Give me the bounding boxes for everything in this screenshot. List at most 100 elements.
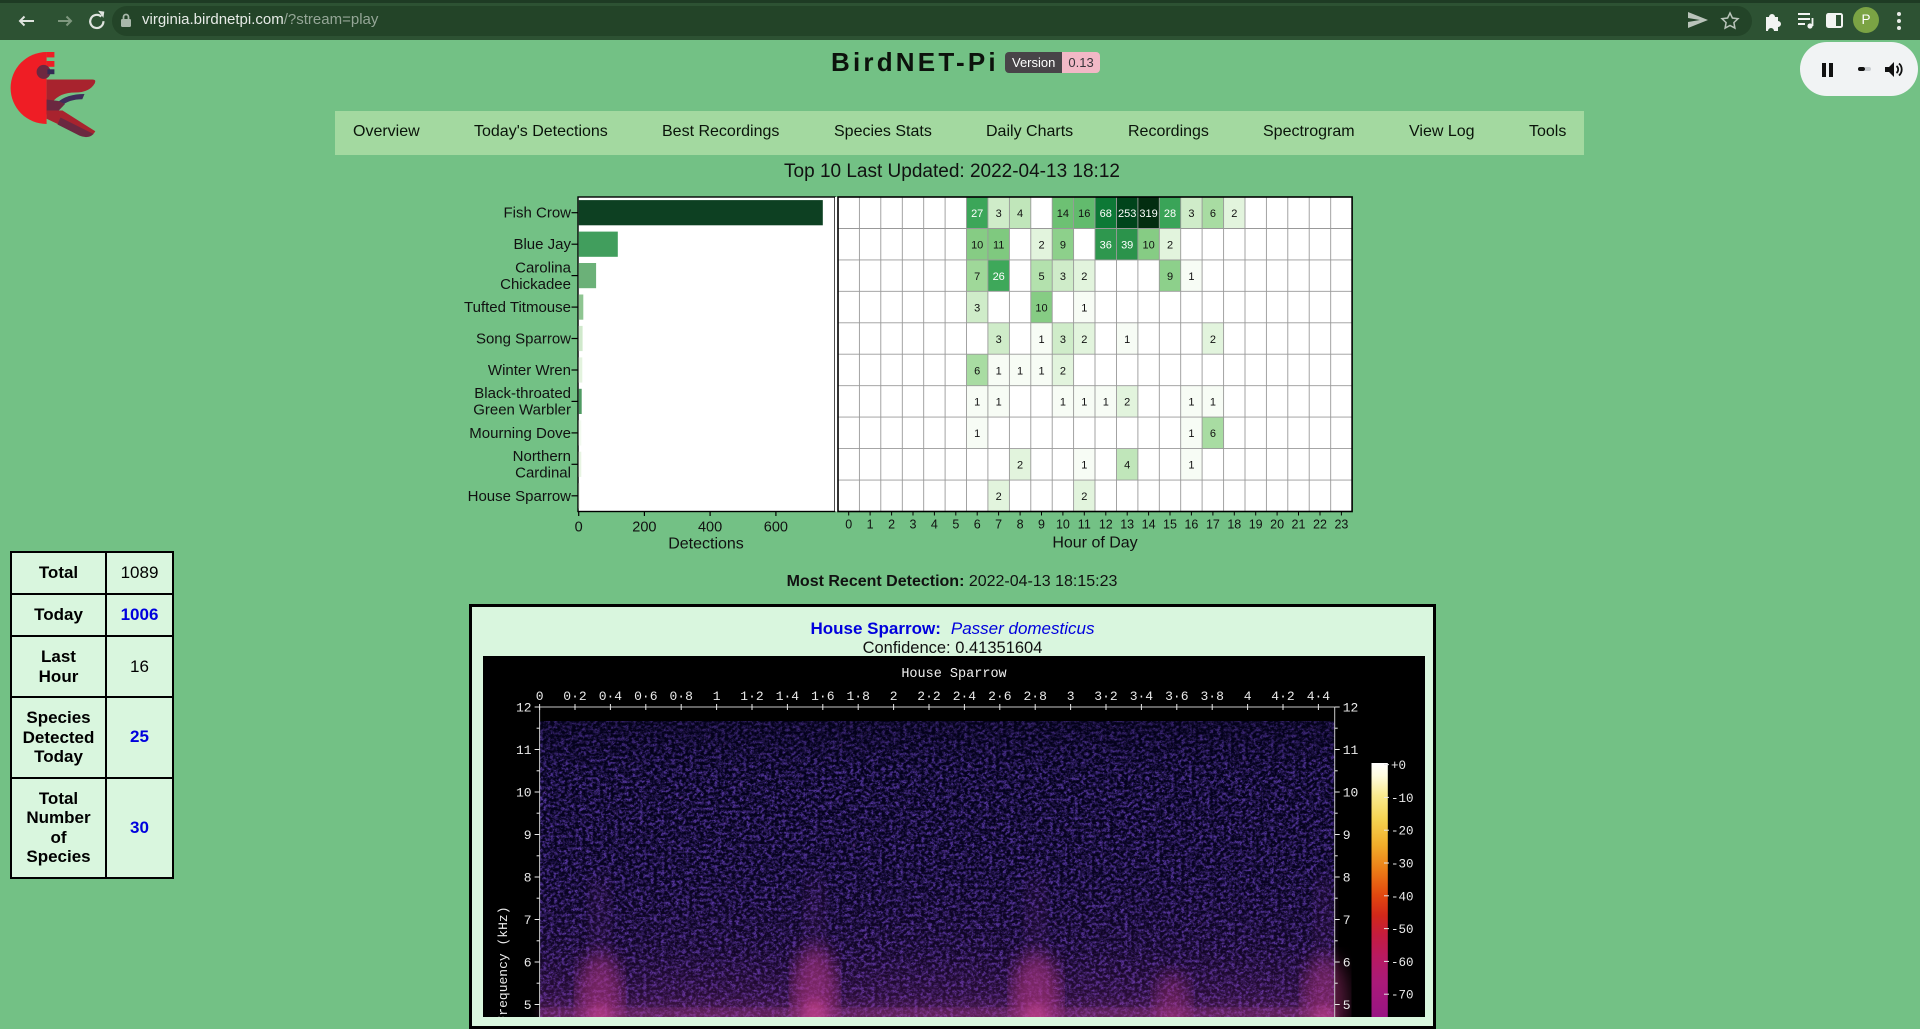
- svg-text:3·8: 3·8: [1200, 689, 1223, 704]
- svg-text:6: 6: [1210, 208, 1216, 220]
- svg-text:14: 14: [1057, 208, 1069, 220]
- svg-text:2: 2: [1060, 365, 1066, 377]
- svg-text:Frequency (kHz): Frequency (kHz): [496, 906, 511, 1017]
- svg-text:1: 1: [1017, 365, 1023, 377]
- svg-text:27: 27: [971, 208, 983, 220]
- svg-text:Cardinal: Cardinal: [515, 465, 571, 482]
- svg-text:28: 28: [1164, 208, 1176, 220]
- svg-text:1: 1: [996, 365, 1002, 377]
- svg-text:1: 1: [1081, 460, 1087, 472]
- svg-text:18: 18: [1227, 518, 1241, 532]
- svg-text:13: 13: [1120, 518, 1134, 532]
- svg-text:Fish Crow: Fish Crow: [503, 205, 571, 222]
- svg-text:319: 319: [1139, 208, 1157, 220]
- svg-text:10: 10: [1142, 240, 1154, 252]
- svg-text:10: 10: [1056, 518, 1070, 532]
- svg-text:3·6: 3·6: [1165, 689, 1188, 704]
- svg-text:10: 10: [516, 786, 532, 801]
- svg-text:Blue Jay: Blue Jay: [513, 236, 571, 253]
- svg-text:Chickadee: Chickadee: [500, 276, 571, 293]
- svg-text:1·6: 1·6: [811, 689, 834, 704]
- svg-text:Winter Wren: Winter Wren: [488, 362, 571, 379]
- svg-text:-30: -30: [1391, 858, 1414, 872]
- svg-text:10: 10: [1035, 302, 1047, 314]
- svg-text:3: 3: [1060, 271, 1066, 283]
- svg-text:-10: -10: [1391, 792, 1414, 806]
- svg-text:5: 5: [1343, 998, 1351, 1013]
- svg-text:11: 11: [993, 240, 1004, 252]
- svg-text:2: 2: [1210, 334, 1216, 346]
- svg-text:1: 1: [1188, 397, 1194, 409]
- svg-text:11: 11: [1078, 518, 1091, 532]
- svg-text:Black-throated: Black-throated: [474, 385, 571, 402]
- svg-text:2: 2: [1081, 334, 1087, 346]
- svg-text:9: 9: [1167, 271, 1173, 283]
- svg-text:7: 7: [1343, 913, 1351, 928]
- svg-text:8: 8: [1017, 518, 1024, 532]
- svg-text:9: 9: [524, 828, 532, 843]
- svg-text:4: 4: [1244, 689, 1252, 704]
- svg-text:-50: -50: [1391, 923, 1414, 937]
- svg-text:39: 39: [1121, 240, 1133, 252]
- svg-text:6: 6: [974, 365, 980, 377]
- svg-text:2·2: 2·2: [917, 689, 940, 704]
- svg-text:3: 3: [1188, 208, 1194, 220]
- svg-text:4: 4: [931, 518, 938, 532]
- svg-text:Carolina: Carolina: [515, 259, 572, 276]
- svg-text:2: 2: [1017, 460, 1023, 472]
- svg-text:-40: -40: [1391, 890, 1414, 904]
- svg-text:2·6: 2·6: [988, 689, 1011, 704]
- svg-text:1: 1: [1210, 397, 1216, 409]
- svg-text:0: 0: [575, 520, 583, 536]
- svg-text:5: 5: [1038, 271, 1044, 283]
- svg-text:1: 1: [1188, 460, 1194, 472]
- svg-text:3: 3: [996, 208, 1002, 220]
- svg-text:1: 1: [1188, 428, 1194, 440]
- svg-text:4: 4: [1017, 208, 1023, 220]
- svg-text:1: 1: [996, 397, 1002, 409]
- svg-text:2: 2: [1124, 397, 1130, 409]
- svg-text:19: 19: [1249, 518, 1263, 532]
- svg-text:Tufted Titmouse: Tufted Titmouse: [464, 299, 571, 316]
- svg-text:3: 3: [996, 334, 1002, 346]
- svg-text:4: 4: [1124, 460, 1130, 472]
- svg-text:2: 2: [996, 491, 1002, 503]
- svg-text:1: 1: [1081, 302, 1087, 314]
- svg-text:1: 1: [1060, 397, 1066, 409]
- svg-text:1: 1: [1038, 365, 1044, 377]
- svg-text:6: 6: [1343, 956, 1351, 971]
- svg-text:7: 7: [995, 518, 1002, 532]
- svg-text:21: 21: [1292, 518, 1306, 532]
- svg-text:-70: -70: [1391, 989, 1414, 1003]
- svg-text:2: 2: [1231, 208, 1237, 220]
- svg-text:8: 8: [524, 871, 532, 886]
- svg-text:17: 17: [1206, 518, 1220, 532]
- svg-text:Mourning Dove: Mourning Dove: [469, 425, 571, 442]
- svg-text:9: 9: [1060, 240, 1066, 252]
- svg-text:1: 1: [974, 428, 980, 440]
- svg-text:2: 2: [1038, 240, 1044, 252]
- svg-text:16: 16: [1184, 518, 1198, 532]
- svg-text:7: 7: [974, 271, 980, 283]
- svg-text:3: 3: [1060, 334, 1066, 346]
- svg-text:Hour of Day: Hour of Day: [1052, 535, 1137, 552]
- svg-text:6: 6: [524, 956, 532, 971]
- svg-text:5: 5: [524, 998, 532, 1013]
- svg-text:10: 10: [971, 240, 983, 252]
- svg-text:600: 600: [764, 520, 788, 536]
- svg-text:400: 400: [698, 520, 722, 536]
- svg-text:68: 68: [1100, 208, 1112, 220]
- svg-text:11: 11: [1343, 743, 1359, 758]
- svg-text:Northern: Northern: [513, 448, 571, 465]
- svg-text:6: 6: [974, 518, 981, 532]
- svg-text:Green Warbler: Green Warbler: [473, 402, 571, 419]
- svg-text:253: 253: [1118, 208, 1136, 220]
- svg-text:20: 20: [1270, 518, 1284, 532]
- svg-text:1: 1: [1081, 397, 1087, 409]
- svg-text:-20: -20: [1391, 825, 1414, 839]
- svg-text:2·8: 2·8: [1023, 689, 1046, 704]
- svg-text:1: 1: [713, 689, 721, 704]
- svg-text:2: 2: [1081, 491, 1087, 503]
- svg-text:-60: -60: [1391, 956, 1414, 970]
- svg-text:26: 26: [993, 271, 1005, 283]
